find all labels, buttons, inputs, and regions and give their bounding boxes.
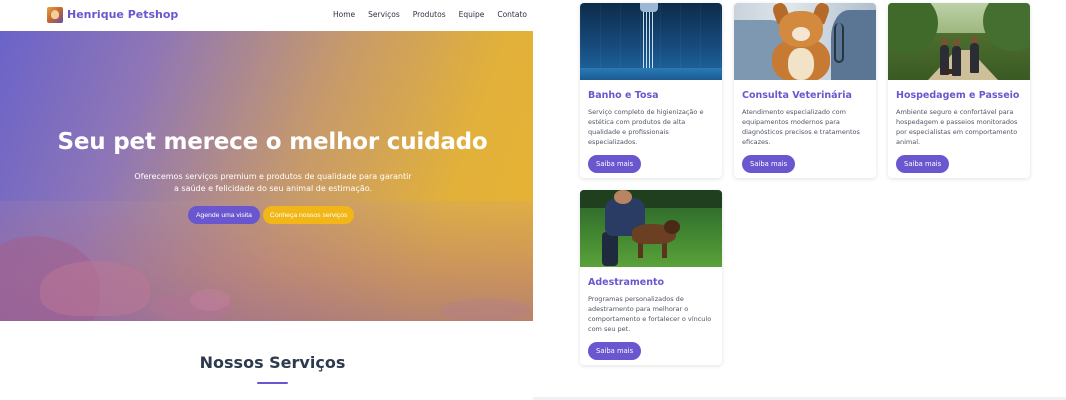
learn-more-button[interactable]: Saiba mais — [588, 155, 642, 173]
section-title-underline — [257, 382, 288, 384]
service-title: Adestramento — [588, 277, 665, 288]
service-title: Hospedagem e Passeio — [896, 90, 1020, 101]
nav-link-servicos[interactable]: Serviços — [368, 10, 400, 19]
learn-more-button[interactable]: Saiba mais — [896, 155, 950, 173]
nav-link-equipe[interactable]: Equipe — [459, 10, 485, 19]
trainer-leg — [602, 232, 618, 266]
service-card-consulta: Consulta Veterinária Atendimento especia… — [734, 3, 876, 178]
service-description: Serviço completo de higienização e estét… — [588, 108, 704, 146]
dog-chest — [788, 48, 814, 80]
dog-muzzle — [792, 27, 810, 41]
bath-floor — [580, 68, 722, 80]
service-description: Ambiente seguro e confortável para hospe… — [896, 108, 1018, 146]
stethoscope — [834, 23, 844, 63]
nav-link-home[interactable]: Home — [333, 10, 355, 19]
brand-name[interactable]: Henrique Petshop — [67, 8, 178, 21]
service-card-hospedagem: Hospedagem e Passeio Ambiente seguro e c… — [888, 3, 1030, 178]
service-image-walk — [888, 3, 1030, 80]
hero-title: Seu pet merece o melhor cuidado — [57, 129, 488, 155]
service-title: Banho e Tosa — [588, 90, 659, 101]
walking-person — [970, 36, 979, 73]
walking-dog — [943, 69, 953, 74]
brand-logo[interactable] — [47, 7, 63, 23]
navbar: Henrique Petshop Home Serviços Produtos … — [0, 0, 533, 31]
page: Henrique Petshop Home Serviços Produtos … — [0, 0, 1066, 400]
dog-head — [664, 220, 680, 234]
nav-link-contato[interactable]: Contato — [497, 10, 527, 19]
services-right-view: Banho e Tosa Serviço completo de higieni… — [533, 0, 1066, 400]
view-services-button[interactable]: Conheça nossos serviços — [262, 206, 355, 224]
service-image-training — [580, 190, 722, 267]
hero-background-rock — [40, 261, 150, 316]
learn-more-button[interactable]: Saiba mais — [588, 342, 642, 360]
hero-background-rock — [440, 299, 530, 321]
nav-link-produtos[interactable]: Produtos — [413, 10, 446, 19]
main-nav: Home Serviços Produtos Equipe Contato — [333, 10, 533, 19]
services-section-title: Nossos Serviços — [199, 353, 346, 372]
walking-person — [952, 39, 961, 76]
shower-head — [640, 3, 658, 12]
service-card-adestramento: Adestramento Programas personalizados de… — [580, 190, 722, 365]
park-path — [928, 50, 998, 80]
training-background — [580, 190, 722, 208]
service-image-bath — [580, 3, 722, 80]
landing-left-view: Henrique Petshop Home Serviços Produtos … — [0, 0, 533, 400]
schedule-visit-button[interactable]: Agende uma visita — [188, 206, 260, 224]
learn-more-button[interactable]: Saiba mais — [742, 155, 796, 173]
service-description: Programas personalizados de adestramento… — [588, 295, 712, 333]
hero-section: Seu pet merece o melhor cuidado Oferecem… — [0, 31, 533, 321]
park-tree — [983, 3, 1030, 51]
service-title: Consulta Veterinária — [742, 90, 852, 101]
hero-actions: Agende uma visita Conheça nossos serviço… — [188, 206, 355, 224]
hero-background-rock — [190, 289, 230, 311]
trainer-head — [614, 190, 632, 204]
hero-subtitle: Oferecemos serviços premium e produtos d… — [134, 172, 412, 193]
service-description: Atendimento especializado com equipament… — [742, 108, 860, 146]
service-image-vet — [734, 3, 876, 80]
park-tree — [888, 3, 938, 53]
service-card-banho-tosa: Banho e Tosa Serviço completo de higieni… — [580, 3, 722, 178]
